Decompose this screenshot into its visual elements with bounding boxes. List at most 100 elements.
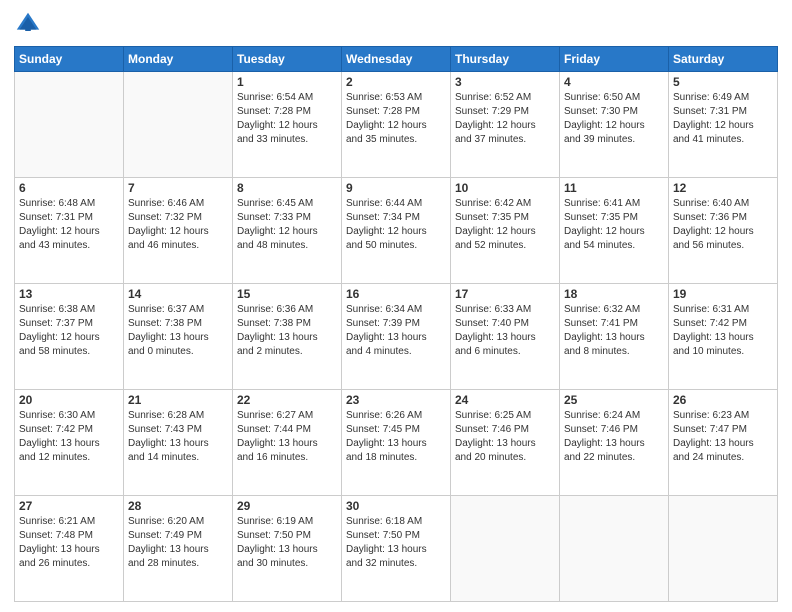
day-number: 9 bbox=[346, 181, 446, 195]
weekday-header: Saturday bbox=[669, 47, 778, 72]
calendar-cell: 12 Sunrise: 6:40 AMSunset: 7:36 PMDayligh… bbox=[669, 178, 778, 284]
calendar-cell: 30 Sunrise: 6:18 AMSunset: 7:50 PMDayligh… bbox=[342, 496, 451, 602]
calendar-cell: 10Sunrise: 6:42 AMSunset: 7:35 PMDayligh… bbox=[451, 178, 560, 284]
header bbox=[14, 10, 778, 38]
day-info: Sunrise: 6:33 AMSunset: 7:40 PMDaylight:… bbox=[455, 303, 555, 359]
calendar-cell bbox=[451, 496, 560, 602]
weekday-header: Friday bbox=[560, 47, 669, 72]
day-number: 11 bbox=[564, 181, 664, 195]
calendar-cell: 6 Sunrise: 6:48 AMSunset: 7:31 PMDaylight… bbox=[15, 178, 124, 284]
calendar-cell bbox=[560, 496, 669, 602]
logo bbox=[14, 10, 46, 38]
day-number: 21 bbox=[128, 393, 228, 407]
day-number: 20 bbox=[19, 393, 119, 407]
day-info: Sunrise: 6:38 AMSunset: 7:37 PMDaylight:… bbox=[19, 303, 119, 359]
calendar-cell: 13 Sunrise: 6:38 AMSunset: 7:37 PMDayligh… bbox=[15, 284, 124, 390]
day-number: 13 bbox=[19, 287, 119, 301]
calendar-cell: 3Sunrise: 6:52 AMSunset: 7:29 PMDaylight… bbox=[451, 72, 560, 178]
day-number: 28 bbox=[128, 499, 228, 513]
calendar-cell: 21 Sunrise: 6:28 AMSunset: 7:43 PMDayligh… bbox=[124, 390, 233, 496]
calendar-cell: 27Sunrise: 6:21 AMSunset: 7:48 PMDayligh… bbox=[15, 496, 124, 602]
calendar-cell: 17 Sunrise: 6:33 AMSunset: 7:40 PMDayligh… bbox=[451, 284, 560, 390]
day-number: 22 bbox=[237, 393, 337, 407]
calendar-cell: 23 Sunrise: 6:26 AMSunset: 7:45 PMDayligh… bbox=[342, 390, 451, 496]
calendar-cell: 24 Sunrise: 6:25 AMSunset: 7:46 PMDayligh… bbox=[451, 390, 560, 496]
calendar-cell: 2 Sunrise: 6:53 AMSunset: 7:28 PMDaylight… bbox=[342, 72, 451, 178]
calendar-cell: 9 Sunrise: 6:44 AMSunset: 7:34 PMDaylight… bbox=[342, 178, 451, 284]
day-info: Sunrise: 6:24 AMSunset: 7:46 PMDaylight:… bbox=[564, 409, 664, 465]
day-info: Sunrise: 6:54 AMSunset: 7:28 PMDaylight:… bbox=[237, 91, 337, 147]
day-info: Sunrise: 6:31 AMSunset: 7:42 PMDaylight:… bbox=[673, 303, 773, 359]
calendar-cell: 20Sunrise: 6:30 AMSunset: 7:42 PMDayligh… bbox=[15, 390, 124, 496]
day-info: Sunrise: 6:27 AMSunset: 7:44 PMDaylight:… bbox=[237, 409, 337, 465]
day-number: 8 bbox=[237, 181, 337, 195]
day-info: Sunrise: 6:26 AMSunset: 7:45 PMDaylight:… bbox=[346, 409, 446, 465]
calendar-cell bbox=[15, 72, 124, 178]
day-number: 5 bbox=[673, 75, 773, 89]
weekday-header: Monday bbox=[124, 47, 233, 72]
day-number: 19 bbox=[673, 287, 773, 301]
day-info: Sunrise: 6:40 AMSunset: 7:36 PMDaylight:… bbox=[673, 197, 773, 253]
day-info: Sunrise: 6:49 AMSunset: 7:31 PMDaylight:… bbox=[673, 91, 773, 147]
day-info: Sunrise: 6:18 AMSunset: 7:50 PMDaylight:… bbox=[346, 515, 446, 571]
day-number: 25 bbox=[564, 393, 664, 407]
calendar-cell: 1 Sunrise: 6:54 AMSunset: 7:28 PMDaylight… bbox=[233, 72, 342, 178]
day-info: Sunrise: 6:50 AMSunset: 7:30 PMDaylight:… bbox=[564, 91, 664, 147]
logo-icon bbox=[14, 10, 42, 38]
day-number: 1 bbox=[237, 75, 337, 89]
calendar-cell: 29 Sunrise: 6:19 AMSunset: 7:50 PMDayligh… bbox=[233, 496, 342, 602]
calendar-cell bbox=[669, 496, 778, 602]
calendar-cell: 5 Sunrise: 6:49 AMSunset: 7:31 PMDaylight… bbox=[669, 72, 778, 178]
day-number: 16 bbox=[346, 287, 446, 301]
weekday-header: Thursday bbox=[451, 47, 560, 72]
day-info: Sunrise: 6:42 AMSunset: 7:35 PMDaylight:… bbox=[455, 197, 555, 253]
day-info: Sunrise: 6:45 AMSunset: 7:33 PMDaylight:… bbox=[237, 197, 337, 253]
calendar-header-row: SundayMondayTuesdayWednesdayThursdayFrid… bbox=[15, 47, 778, 72]
day-info: Sunrise: 6:37 AMSunset: 7:38 PMDaylight:… bbox=[128, 303, 228, 359]
day-info: Sunrise: 6:20 AMSunset: 7:49 PMDaylight:… bbox=[128, 515, 228, 571]
calendar-cell: 8 Sunrise: 6:45 AMSunset: 7:33 PMDaylight… bbox=[233, 178, 342, 284]
calendar-week-row: 13 Sunrise: 6:38 AMSunset: 7:37 PMDayligh… bbox=[15, 284, 778, 390]
day-info: Sunrise: 6:44 AMSunset: 7:34 PMDaylight:… bbox=[346, 197, 446, 253]
day-number: 4 bbox=[564, 75, 664, 89]
day-info: Sunrise: 6:19 AMSunset: 7:50 PMDaylight:… bbox=[237, 515, 337, 571]
day-number: 7 bbox=[128, 181, 228, 195]
calendar-cell: 22 Sunrise: 6:27 AMSunset: 7:44 PMDayligh… bbox=[233, 390, 342, 496]
weekday-header: Tuesday bbox=[233, 47, 342, 72]
day-info: Sunrise: 6:48 AMSunset: 7:31 PMDaylight:… bbox=[19, 197, 119, 253]
day-number: 29 bbox=[237, 499, 337, 513]
day-info: Sunrise: 6:53 AMSunset: 7:28 PMDaylight:… bbox=[346, 91, 446, 147]
day-number: 2 bbox=[346, 75, 446, 89]
day-info: Sunrise: 6:28 AMSunset: 7:43 PMDaylight:… bbox=[128, 409, 228, 465]
calendar-week-row: 27Sunrise: 6:21 AMSunset: 7:48 PMDayligh… bbox=[15, 496, 778, 602]
page: SundayMondayTuesdayWednesdayThursdayFrid… bbox=[0, 0, 792, 612]
day-number: 24 bbox=[455, 393, 555, 407]
day-number: 30 bbox=[346, 499, 446, 513]
calendar-cell: 26Sunrise: 6:23 AMSunset: 7:47 PMDayligh… bbox=[669, 390, 778, 496]
day-info: Sunrise: 6:36 AMSunset: 7:38 PMDaylight:… bbox=[237, 303, 337, 359]
day-number: 27 bbox=[19, 499, 119, 513]
weekday-header: Wednesday bbox=[342, 47, 451, 72]
calendar-table: SundayMondayTuesdayWednesdayThursdayFrid… bbox=[14, 46, 778, 602]
calendar-cell: 16Sunrise: 6:34 AMSunset: 7:39 PMDayligh… bbox=[342, 284, 451, 390]
day-number: 12 bbox=[673, 181, 773, 195]
day-number: 6 bbox=[19, 181, 119, 195]
calendar-cell: 11 Sunrise: 6:41 AMSunset: 7:35 PMDayligh… bbox=[560, 178, 669, 284]
calendar-cell: 19 Sunrise: 6:31 AMSunset: 7:42 PMDayligh… bbox=[669, 284, 778, 390]
calendar-cell: 28 Sunrise: 6:20 AMSunset: 7:49 PMDayligh… bbox=[124, 496, 233, 602]
calendar-week-row: 20Sunrise: 6:30 AMSunset: 7:42 PMDayligh… bbox=[15, 390, 778, 496]
day-number: 17 bbox=[455, 287, 555, 301]
day-info: Sunrise: 6:41 AMSunset: 7:35 PMDaylight:… bbox=[564, 197, 664, 253]
calendar-cell: 4 Sunrise: 6:50 AMSunset: 7:30 PMDaylight… bbox=[560, 72, 669, 178]
calendar-cell: 7Sunrise: 6:46 AMSunset: 7:32 PMDaylight… bbox=[124, 178, 233, 284]
weekday-header: Sunday bbox=[15, 47, 124, 72]
calendar-week-row: 6 Sunrise: 6:48 AMSunset: 7:31 PMDaylight… bbox=[15, 178, 778, 284]
calendar-cell: 15 Sunrise: 6:36 AMSunset: 7:38 PMDayligh… bbox=[233, 284, 342, 390]
day-number: 14 bbox=[128, 287, 228, 301]
day-number: 23 bbox=[346, 393, 446, 407]
calendar-cell: 14 Sunrise: 6:37 AMSunset: 7:38 PMDayligh… bbox=[124, 284, 233, 390]
day-info: Sunrise: 6:25 AMSunset: 7:46 PMDaylight:… bbox=[455, 409, 555, 465]
day-number: 15 bbox=[237, 287, 337, 301]
calendar-cell: 18Sunrise: 6:32 AMSunset: 7:41 PMDayligh… bbox=[560, 284, 669, 390]
day-info: Sunrise: 6:52 AMSunset: 7:29 PMDaylight:… bbox=[455, 91, 555, 147]
